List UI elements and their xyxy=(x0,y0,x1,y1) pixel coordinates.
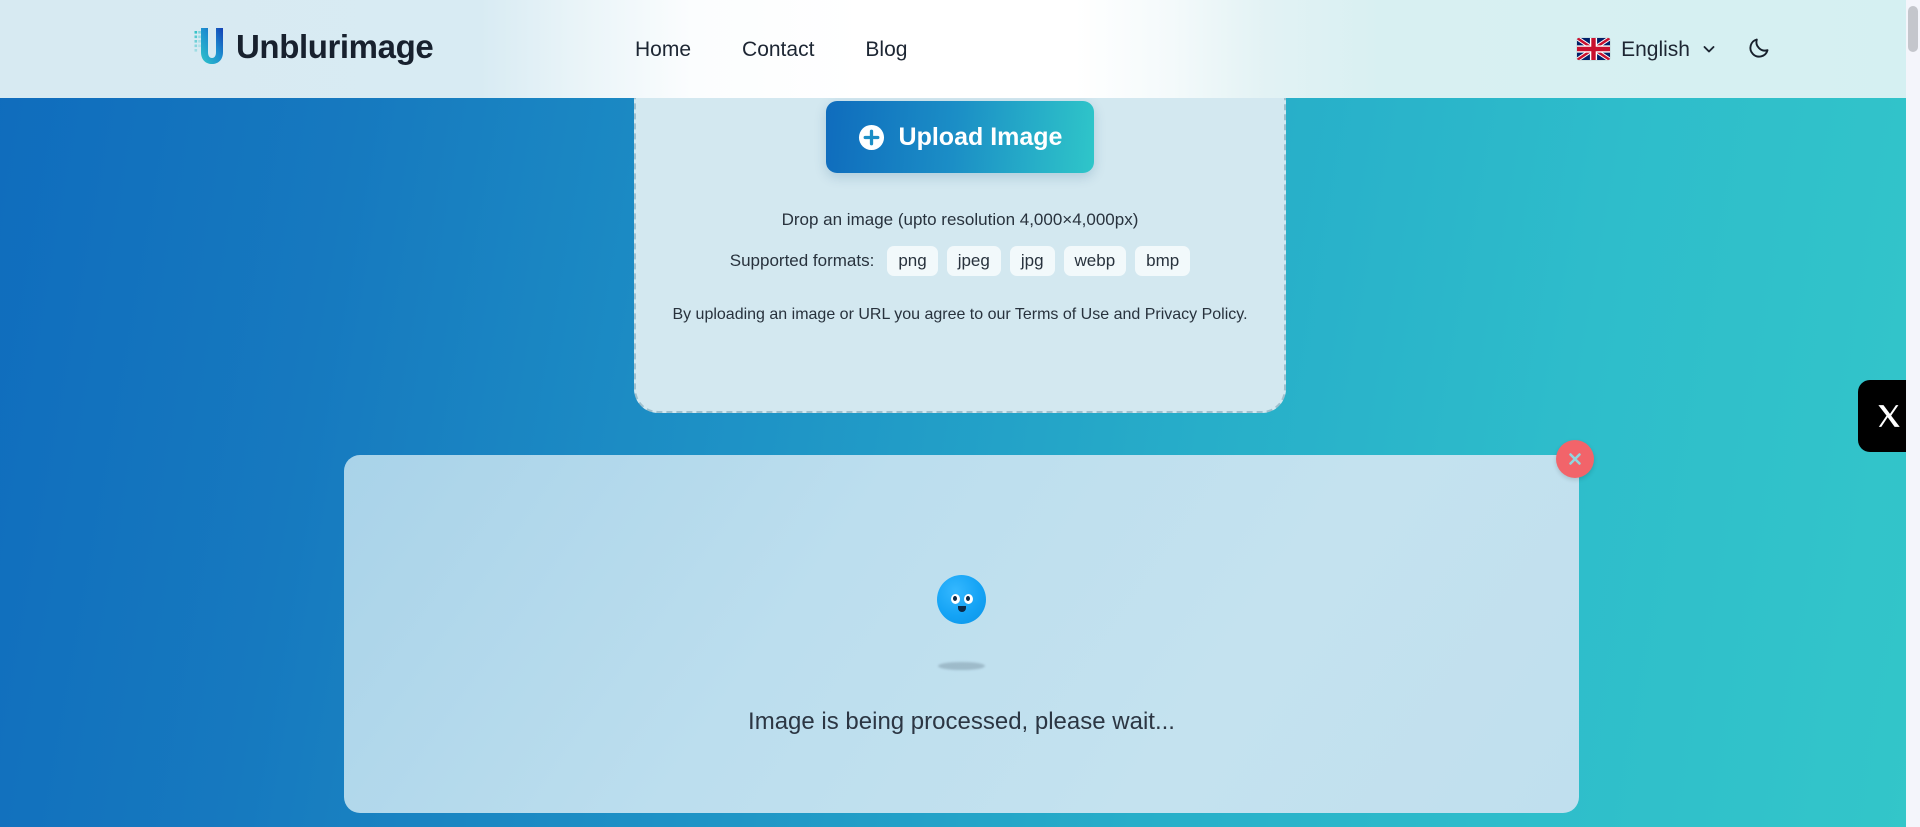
terms-notice[interactable]: By uploading an image or URL you agree t… xyxy=(672,307,1247,323)
format-chip-bmp: bmp xyxy=(1135,246,1191,276)
u-logo-icon xyxy=(193,22,227,70)
loader-eye-right xyxy=(963,593,973,604)
dark-mode-toggle[interactable] xyxy=(1743,32,1777,66)
nav-item-blog[interactable]: Blog xyxy=(865,39,907,60)
nav-item-contact[interactable]: Contact xyxy=(742,39,814,60)
processing-status-text: Image is being processed, please wait... xyxy=(748,708,1175,735)
loader-eye-left xyxy=(950,593,960,604)
loader-ball-icon xyxy=(937,575,986,624)
page-scrollbar[interactable] xyxy=(1906,0,1920,827)
upload-image-button-label: Upload Image xyxy=(898,122,1063,151)
bouncing-ball-loader xyxy=(344,575,1579,670)
x-twitter-icon xyxy=(1876,403,1902,429)
result-preview-panel: Image is being processed, please wait... xyxy=(344,455,1579,813)
close-x-icon xyxy=(1566,450,1584,468)
drop-hint-text: Drop an image (upto resolution 4,000×4,0… xyxy=(781,210,1139,229)
uk-flag-icon xyxy=(1577,38,1611,60)
loader-shadow xyxy=(938,662,985,670)
format-chip-png: png xyxy=(887,246,938,276)
upload-image-button[interactable]: Upload Image xyxy=(825,101,1095,173)
language-label: English xyxy=(1621,37,1690,61)
nav-item-home[interactable]: Home xyxy=(635,39,691,60)
main-navigation: Home Contact Blog xyxy=(635,0,907,98)
plus-circle-icon xyxy=(858,124,885,151)
chevron-down-icon[interactable] xyxy=(1701,41,1717,57)
site-header: Unblurimage Home Contact Blog English xyxy=(0,0,1920,98)
close-result-button[interactable] xyxy=(1556,440,1594,478)
moon-icon xyxy=(1747,34,1773,65)
format-chip-webp: webp xyxy=(1063,246,1127,276)
scrollbar-thumb[interactable] xyxy=(1908,6,1918,52)
header-actions: English xyxy=(1577,0,1777,98)
brand-name: Unblurimage xyxy=(236,27,434,65)
language-selector[interactable]: English xyxy=(1577,38,1717,60)
loader-mouth xyxy=(957,606,966,612)
format-chip-jpg: jpg xyxy=(1009,246,1055,276)
brand-logo[interactable]: Unblurimage xyxy=(193,22,434,70)
supported-formats-row: Supported formats: png jpeg jpg webp bmp xyxy=(730,246,1191,276)
format-chip-jpeg: jpeg xyxy=(946,246,1001,276)
supported-formats-label: Supported formats: xyxy=(729,251,875,270)
